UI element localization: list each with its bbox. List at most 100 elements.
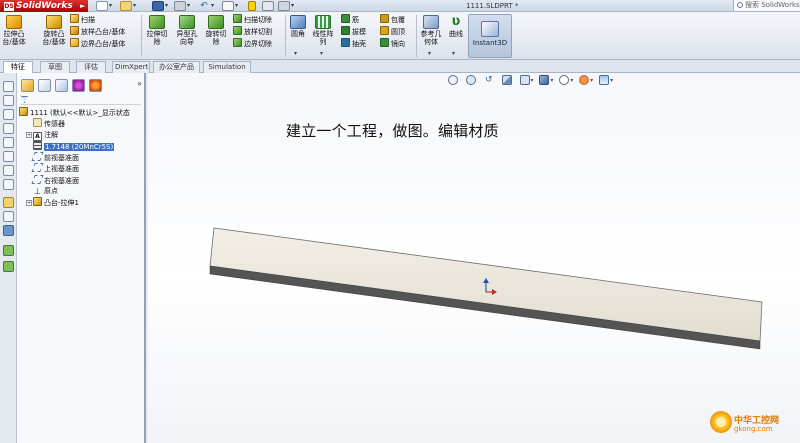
tab-evaluate[interactable]: 评估 <box>76 61 106 73</box>
draft-button[interactable]: 拔模 <box>341 26 366 38</box>
rib-button[interactable]: 筋 <box>341 14 359 26</box>
curves-dropdown-icon[interactable]: ▾ <box>452 50 455 57</box>
wrap-button[interactable]: 包覆 <box>380 14 405 26</box>
curves-icon: ʋ <box>451 14 461 29</box>
expand-plus-icon[interactable]: + <box>26 200 32 207</box>
circle-tool-icon[interactable] <box>3 123 14 134</box>
mirror-icon <box>380 38 389 47</box>
open-dropdown-icon[interactable]: ▾ <box>133 1 136 11</box>
smart-dimension-icon[interactable] <box>3 197 14 208</box>
lofted-cut-icon <box>233 26 242 35</box>
hole-wizard-icon <box>179 15 195 29</box>
expand-chevron-icon[interactable]: » <box>137 79 142 88</box>
annotations-icon: A <box>33 131 42 141</box>
tree-filter[interactable] <box>21 96 141 105</box>
line-tool-icon[interactable] <box>3 95 14 106</box>
instant3d-icon <box>481 21 499 37</box>
part-model[interactable] <box>148 73 800 443</box>
options-icon[interactable] <box>278 1 290 11</box>
rectangle-tool-icon[interactable] <box>3 109 14 120</box>
wrap-icon <box>380 14 389 23</box>
trim-tool-icon[interactable] <box>3 179 14 190</box>
shell-button[interactable]: 抽壳 <box>341 38 366 50</box>
revolve-cut-button[interactable]: 旋转切除 <box>204 15 228 46</box>
tab-dimxpert[interactable]: DimXpert <box>112 61 150 73</box>
hole-wizard-button[interactable]: 异型孔向导 <box>174 15 200 46</box>
configurationmanager-tab-icon[interactable] <box>55 79 68 92</box>
boundary-cut-button[interactable]: 边界切除 <box>233 38 272 50</box>
tree-node-material[interactable]: 1.7148 (20MnCr5S) <box>19 140 143 152</box>
dome-button[interactable]: 圆顶 <box>380 26 405 38</box>
lofted-cut-button[interactable]: 放样切割 <box>233 26 272 38</box>
feature-tool-2-icon[interactable] <box>3 261 14 272</box>
extrude-cut-button[interactable]: 拉伸切除 <box>145 15 169 46</box>
new-doc-dropdown-icon[interactable]: ▾ <box>109 1 112 11</box>
relations-icon[interactable] <box>3 211 14 222</box>
linear-pattern-icon <box>315 15 331 29</box>
tab-office-products[interactable]: 办公室产品 <box>153 61 200 73</box>
options-dropdown-icon[interactable]: ▾ <box>291 1 294 11</box>
search-input[interactable]: 搜索 SolidWorks <box>733 0 800 11</box>
material-icon <box>33 140 42 150</box>
plane-icon[interactable] <box>3 225 14 236</box>
tree-node-part[interactable]: 1111 (默认<<默认>_显示状态 <box>19 107 143 118</box>
print-dropdown-icon[interactable]: ▾ <box>187 1 190 11</box>
fillet-button[interactable]: 圆角 <box>288 15 308 38</box>
tab-sketch[interactable]: 草图 <box>40 61 70 73</box>
reference-geometry-button[interactable]: 参考几何体 <box>419 15 443 46</box>
extrude-boss-button[interactable]: 拉伸凸台/基体 <box>2 15 26 46</box>
undo-dropdown-icon[interactable]: ▾ <box>211 1 214 11</box>
rebuild-icon[interactable] <box>248 1 256 11</box>
dimxpert-manager-tab-icon[interactable] <box>72 79 85 92</box>
tree-node-right-plane[interactable]: 右视基准面 <box>19 174 143 186</box>
tree-node-annotations[interactable]: + A 注解 <box>19 130 143 141</box>
menu-arrow-icon[interactable]: ► <box>80 0 85 12</box>
fillet-dropdown-icon[interactable]: ▾ <box>294 50 297 57</box>
solidworks-logo[interactable]: DS SolidWorks <box>0 0 88 12</box>
plane-icon <box>31 174 44 184</box>
pattern-dropdown-icon[interactable]: ▾ <box>320 50 323 57</box>
tree-node-front-plane[interactable]: 前视基准面 <box>19 152 143 163</box>
save-dropdown-icon[interactable]: ▾ <box>165 1 168 11</box>
tree-node-top-plane[interactable]: 上视基准面 <box>19 163 143 174</box>
expand-plus-icon[interactable]: + <box>26 131 32 138</box>
tab-simulation[interactable]: Simulation <box>203 61 251 73</box>
tree-node-origin[interactable]: ⊥ 原点 <box>19 186 143 197</box>
file-properties-icon[interactable] <box>262 1 274 11</box>
extrude-boss-icon <box>6 15 22 29</box>
display-manager-tab-icon[interactable] <box>89 79 102 92</box>
swept-cut-button[interactable]: 扫描切除 <box>233 14 272 26</box>
feature-tool-icon[interactable] <box>3 245 14 256</box>
open-icon[interactable] <box>120 1 132 11</box>
command-manager: 拉伸凸台/基体 旋转凸台/基体 扫描 放样凸台/基体 边界凸台/基体 拉伸切除 … <box>0 12 800 60</box>
tree-node-boss-extrude[interactable]: + 凸台-拉伸1 <box>19 197 143 208</box>
propertymanager-tab-icon[interactable] <box>38 79 51 92</box>
save-icon[interactable] <box>152 1 164 11</box>
featuremanager-tab-icon[interactable] <box>21 79 34 92</box>
sketch-tool-icon[interactable] <box>3 81 14 92</box>
spline-tool-icon[interactable] <box>3 151 14 162</box>
tree-node-sensors[interactable]: 传感器 <box>19 118 143 129</box>
arc-tool-icon[interactable] <box>3 137 14 148</box>
watermark-logo-icon <box>710 411 732 433</box>
sweep-button[interactable]: 扫描 <box>70 14 95 26</box>
refgeom-dropdown-icon[interactable]: ▾ <box>428 50 431 57</box>
plane-icon <box>31 152 44 162</box>
point-tool-icon[interactable] <box>3 165 14 176</box>
feature-tree: 1111 (默认<<默认>_显示状态 传感器 + A 注解 1.7148 (20Mn… <box>19 107 143 209</box>
dome-icon <box>380 26 389 35</box>
boundary-boss-button[interactable]: 边界凸台/基体 <box>70 38 125 50</box>
mirror-button[interactable]: 镜向 <box>380 38 405 50</box>
graphics-area[interactable]: ↺ ▾ ▾ ▾ ▾ ▾ 建立一个工程，做图。编辑材质 中华工控网 gkong.c… <box>148 73 800 443</box>
select-dropdown-icon[interactable]: ▾ <box>235 1 238 11</box>
select-icon[interactable] <box>222 1 234 11</box>
curves-button[interactable]: ʋ 曲线 <box>447 14 465 39</box>
undo-icon[interactable]: ↶ <box>198 1 210 11</box>
instant3d-button[interactable]: Instant3D <box>468 14 512 58</box>
new-doc-icon[interactable] <box>96 1 108 11</box>
revolve-boss-button[interactable]: 旋转凸台/基体 <box>40 15 68 46</box>
separator <box>141 15 142 57</box>
linear-pattern-button[interactable]: 线性阵列 <box>310 15 336 46</box>
print-icon[interactable] <box>174 1 186 11</box>
loft-boss-button[interactable]: 放样凸台/基体 <box>70 26 125 38</box>
